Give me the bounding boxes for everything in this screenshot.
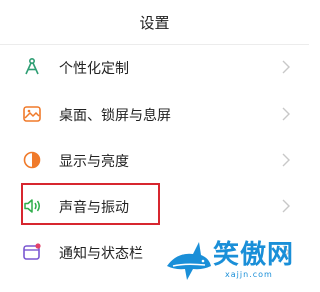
settings-item-display-brightness[interactable]: 显示与亮度 [0, 137, 309, 183]
settings-item-desktop-lockscreen[interactable]: 桌面、锁屏与息屏 [0, 91, 309, 137]
settings-item-label: 个性化定制 [59, 61, 129, 77]
watermark-text: 笑傲网 [213, 240, 295, 270]
settings-item-label: 通知与状态栏 [59, 246, 143, 262]
watermark: 笑傲网 xajjn.com [163, 234, 303, 286]
highlight-box [21, 183, 160, 225]
watermark-url: xajjn.com [225, 270, 273, 279]
compass-icon [25, 57, 39, 75]
brightness-icon [23, 151, 41, 169]
chevron-right-icon [282, 199, 290, 213]
chevron-right-icon [282, 107, 290, 121]
settings-item-personalization[interactable]: 个性化定制 [0, 44, 309, 90]
wallpaper-icon [23, 106, 41, 122]
page-title: 设置 [139, 13, 170, 32]
settings-item-label: 显示与亮度 [59, 154, 129, 170]
chevron-right-icon [282, 153, 290, 167]
notification-icon [23, 243, 41, 260]
header: 设置 [0, 0, 309, 44]
chevron-right-icon [282, 60, 290, 74]
settings-item-label: 桌面、锁屏与息屏 [59, 108, 171, 124]
shark-logo-icon [167, 242, 211, 280]
